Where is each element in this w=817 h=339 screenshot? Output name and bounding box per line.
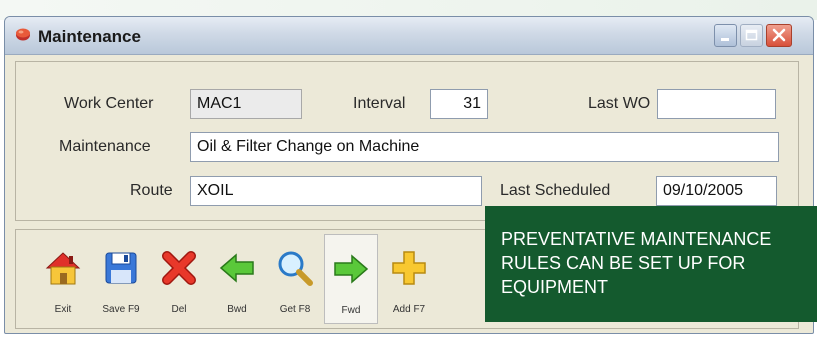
title-bar[interactable]: Maintenance [5,17,813,55]
magnifier-icon [278,251,313,286]
delete-button[interactable]: Del [152,234,206,324]
close-icon [772,28,786,42]
interval-label: Interval [353,95,406,112]
forward-label: Fwd [341,305,361,316]
get-button[interactable]: Get F8 [268,234,322,324]
form-panel: Work Center MAC1 Interval 31 Last WO Mai… [15,61,799,221]
last-scheduled-label: Last Scheduled [500,182,611,199]
last-wo-label: Last WO [588,95,651,112]
home-icon [45,252,81,285]
add-button[interactable]: Add F7 [382,234,436,324]
work-center-label: Work Center [64,95,154,112]
minimize-icon [721,38,729,41]
backward-button[interactable]: Bwd [210,234,264,324]
app-icon [16,28,30,41]
floppy-disk-icon [105,252,137,284]
save-button[interactable]: Save F9 [94,234,148,324]
forward-button[interactable]: Fwd [324,234,378,324]
route-label: Route [130,182,173,199]
last-wo-field[interactable] [657,89,776,119]
exit-label: Exit [54,304,72,315]
maintenance-label: Maintenance [59,138,151,155]
right-arrow-icon [334,254,369,284]
exit-button[interactable]: Exit [36,234,90,324]
maintenance-field[interactable]: Oil & Filter Change on Machine [190,132,779,162]
maximize-icon [745,29,758,41]
callout-line-1: PREVENTATIVE MAINTENANCE [501,229,772,249]
last-scheduled-field[interactable]: 09/10/2005 [656,176,777,206]
minimize-button[interactable] [714,24,737,47]
left-arrow-icon [219,253,254,283]
window-title: Maintenance [38,27,141,46]
delete-label: Del [171,304,187,315]
callout-line-3: EQUIPMENT [501,277,609,297]
add-label: Add F7 [392,304,426,315]
callout-box: PREVENTATIVE MAINTENANCE RULES CAN BE SE… [485,206,817,322]
callout-line-2: RULES CAN BE SET UP FOR [501,253,746,273]
backward-label: Bwd [227,304,247,315]
red-x-icon [162,251,196,285]
plus-icon [392,251,426,285]
route-field[interactable]: XOIL [190,176,482,206]
get-label: Get F8 [279,304,311,315]
close-button[interactable] [766,24,792,47]
interval-field[interactable]: 31 [430,89,488,119]
maximize-button[interactable] [740,24,763,47]
save-label: Save F9 [102,304,140,315]
work-center-field[interactable]: MAC1 [190,89,302,119]
